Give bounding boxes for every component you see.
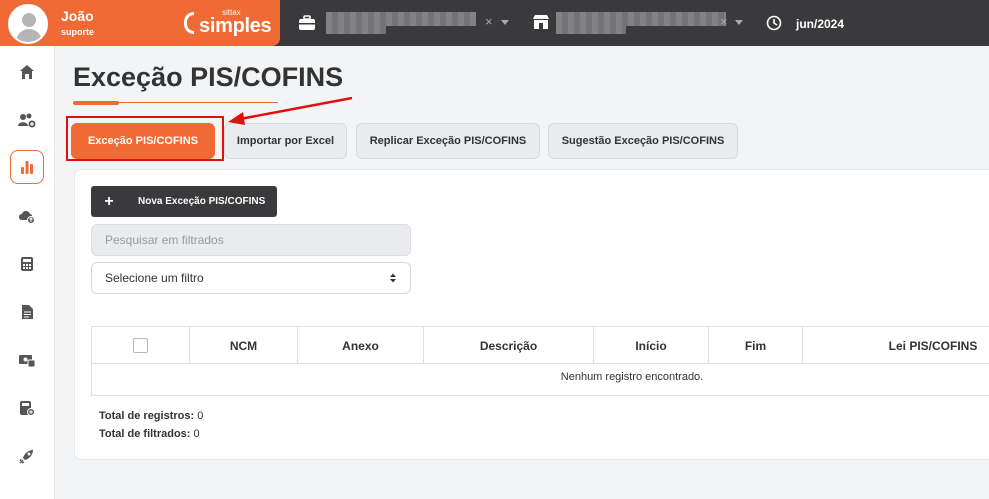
company-selector-sub bbox=[326, 26, 386, 34]
select-all-cell bbox=[92, 327, 190, 364]
total-records-value: 0 bbox=[197, 410, 204, 422]
top-bar: João suporte sittax simples × × jun/2024 bbox=[0, 0, 989, 46]
sidebar-item-home[interactable] bbox=[10, 55, 44, 89]
brand-panel: João suporte sittax simples bbox=[0, 0, 280, 46]
column-ncm[interactable]: NCM bbox=[190, 327, 298, 364]
sidebar-item-launch[interactable] bbox=[10, 439, 44, 473]
column-lei[interactable]: Lei PIS/COFINS bbox=[803, 327, 989, 364]
total-records: Total de registros: 0 bbox=[99, 410, 203, 422]
cloud-upload-icon bbox=[19, 211, 35, 224]
filter-select-value: Selecione um filtro bbox=[105, 271, 204, 285]
users-add-icon bbox=[18, 113, 36, 128]
column-descricao[interactable]: Descrição bbox=[424, 327, 594, 364]
sidebar-item-documents[interactable] bbox=[10, 295, 44, 329]
money-icon bbox=[19, 355, 36, 368]
clear-store-icon[interactable]: × bbox=[720, 14, 728, 29]
highlight-box bbox=[66, 116, 224, 161]
select-arrows-icon bbox=[390, 273, 396, 283]
page-title: Exceção PIS/COFINS bbox=[73, 62, 344, 92]
bar-chart-icon bbox=[21, 161, 33, 174]
store-selector-sub bbox=[556, 26, 626, 34]
total-records-label: Total de registros: bbox=[99, 410, 195, 422]
tab-importar-excel[interactable]: Importar por Excel bbox=[224, 123, 347, 159]
plus-icon: + bbox=[104, 192, 114, 210]
filter-select[interactable]: Selecione um filtro bbox=[91, 262, 411, 294]
calculator-icon bbox=[21, 257, 33, 271]
total-filtered-label: Total de filtrados: bbox=[99, 428, 191, 440]
search-input[interactable]: Pesquisar em filtrados bbox=[91, 224, 411, 256]
column-inicio[interactable]: Início bbox=[594, 327, 709, 364]
column-fim[interactable]: Fim bbox=[709, 327, 803, 364]
sidebar-item-finance[interactable] bbox=[10, 343, 44, 377]
period-selector[interactable]: jun/2024 bbox=[796, 17, 844, 31]
home-icon bbox=[20, 65, 34, 79]
user-name: João bbox=[61, 8, 94, 24]
calculator-add-icon bbox=[20, 401, 35, 416]
total-filtered: Total de filtrados: 0 bbox=[99, 428, 200, 440]
empty-message: Nenhum registro encontrado. bbox=[560, 371, 704, 383]
sidebar-item-calculator[interactable] bbox=[10, 247, 44, 281]
total-filtered-value: 0 bbox=[193, 428, 200, 440]
tab-sugestao[interactable]: Sugestão Exceção PIS/COFINS bbox=[548, 123, 738, 159]
logo-mark-icon bbox=[184, 12, 194, 34]
briefcase-icon bbox=[299, 15, 315, 30]
search-placeholder: Pesquisar em filtrados bbox=[105, 233, 224, 247]
clock-icon bbox=[766, 15, 782, 31]
status-dot bbox=[42, 36, 46, 42]
sidebar-item-reports[interactable] bbox=[10, 150, 44, 184]
sidebar-item-upload[interactable] bbox=[10, 199, 44, 233]
store-selector-value[interactable] bbox=[556, 12, 726, 26]
store-icon bbox=[533, 15, 549, 29]
new-exception-label: Nova Exceção PIS/COFINS bbox=[138, 196, 266, 207]
exceptions-table: NCM Anexo Descrição Início Fim Lei PIS/C… bbox=[91, 326, 989, 396]
chevron-down-icon[interactable] bbox=[735, 20, 743, 25]
title-accent bbox=[73, 101, 119, 105]
annotation-arrow-icon bbox=[228, 96, 353, 125]
sidebar bbox=[0, 46, 55, 499]
sidebar-item-calc-add[interactable] bbox=[10, 391, 44, 425]
select-all-checkbox[interactable] bbox=[133, 338, 148, 353]
company-selector-value[interactable] bbox=[326, 12, 476, 26]
chevron-down-icon[interactable] bbox=[501, 20, 509, 25]
column-anexo[interactable]: Anexo bbox=[298, 327, 424, 364]
rocket-icon bbox=[19, 450, 33, 464]
document-icon bbox=[21, 305, 33, 319]
sidebar-item-users[interactable] bbox=[10, 103, 44, 137]
avatar[interactable] bbox=[8, 4, 48, 44]
user-role: suporte bbox=[61, 27, 95, 37]
table-header: NCM Anexo Descrição Início Fim Lei PIS/C… bbox=[92, 327, 989, 364]
logo-text: simples bbox=[199, 15, 272, 37]
tab-replicar[interactable]: Replicar Exceção PIS/COFINS bbox=[356, 123, 540, 159]
clear-company-icon[interactable]: × bbox=[485, 14, 493, 29]
new-exception-button[interactable]: + Nova Exceção PIS/COFINS bbox=[91, 186, 277, 217]
